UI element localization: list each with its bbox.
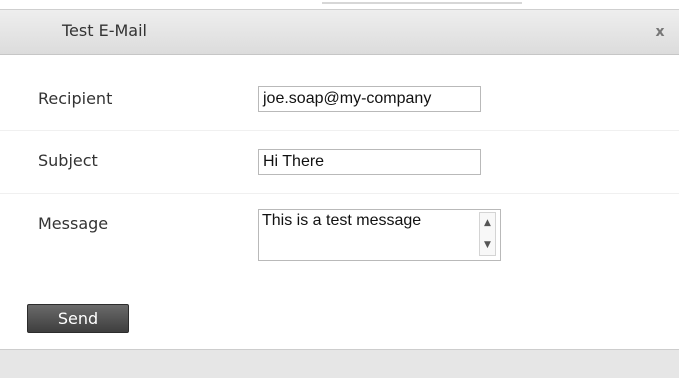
dialog-titlebar: Test E-Mail x (0, 9, 679, 55)
send-button[interactable]: Send (27, 304, 129, 333)
row-divider (0, 193, 679, 194)
message-textarea[interactable]: This is a test message ▲ ▼ (258, 209, 501, 261)
recipient-input[interactable]: joe.soap@my-company (258, 86, 481, 112)
recipient-label: Recipient (38, 89, 113, 108)
message-text: This is a test message (262, 212, 422, 229)
close-icon[interactable]: x (651, 23, 669, 41)
subject-label: Subject (38, 151, 98, 170)
background-text-fragment (322, 0, 522, 6)
test-email-dialog: Test E-Mail x Recipient joe.soap@my-comp… (0, 0, 679, 378)
row-divider (0, 130, 679, 131)
scroll-down-arrow-icon[interactable]: ▼ (480, 237, 495, 253)
message-label: Message (38, 214, 109, 233)
subject-input[interactable]: Hi There (258, 149, 481, 175)
message-scrollbar[interactable]: ▲ ▼ (479, 212, 496, 256)
scroll-up-arrow-icon[interactable]: ▲ (480, 215, 495, 231)
dialog-footer (0, 349, 679, 378)
dialog-title: Test E-Mail (62, 21, 147, 40)
